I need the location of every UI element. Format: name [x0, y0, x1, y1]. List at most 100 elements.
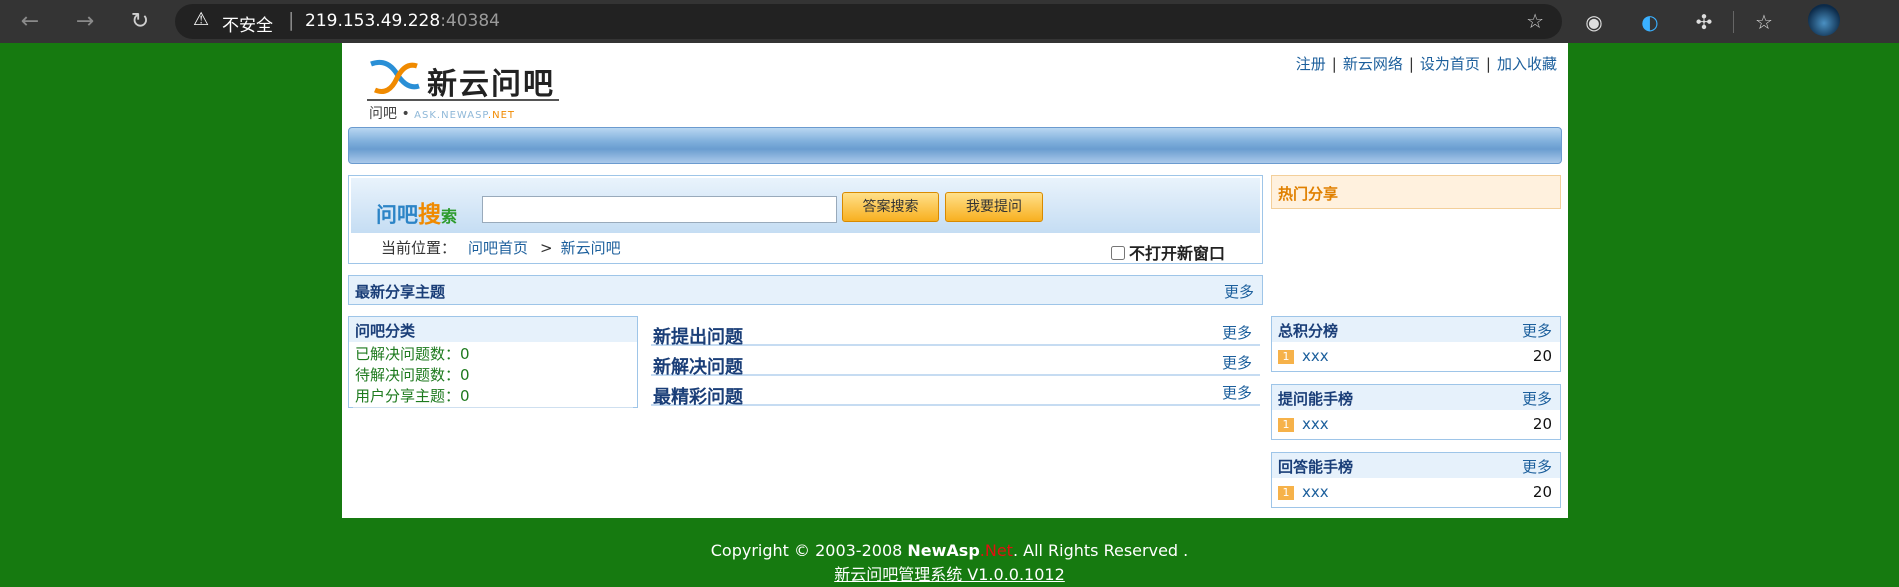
rank-header: 总积分榜 更多 [1272, 317, 1560, 342]
solved-questions-row: 新解决问题 更多 [651, 346, 1260, 378]
extensions-puzzle-icon[interactable]: ✣ [1690, 8, 1718, 36]
edge-icon[interactable]: ◐ [1636, 8, 1664, 36]
rank-more-link[interactable]: 更多 [1522, 388, 1552, 409]
url-text[interactable]: 219.153.49.228:40384 [305, 11, 500, 31]
rank-user-link[interactable]: xxx [1302, 347, 1329, 365]
solved-count: 已解决问题数：0 [355, 345, 470, 363]
profile-avatar[interactable] [1808, 4, 1840, 36]
newasp-link[interactable]: 新云网络 [1343, 55, 1403, 73]
answer-rank-box: 回答能手榜 更多 1 xxx 20 [1271, 452, 1561, 508]
latest-share-more-link[interactable]: 更多 [1224, 281, 1254, 302]
rank-number-badge: 1 [1278, 350, 1294, 364]
best-questions-more-link[interactable]: 更多 [1222, 382, 1252, 403]
link-divider: | [1331, 55, 1337, 73]
copyright-brand: NewAsp [907, 541, 980, 560]
back-icon[interactable]: ← [15, 7, 45, 37]
address-divider: | [288, 9, 295, 31]
questions-box: 新提出问题 更多 新解决问题 更多 最精彩问题 更多 [648, 316, 1263, 408]
link-divider: | [1408, 55, 1414, 73]
link-divider: | [1485, 55, 1491, 73]
search-header: 问吧搜索 答案搜索 我要提问 [351, 178, 1260, 233]
logo-sub-url: ASK.NEWASP [414, 110, 488, 121]
latest-share-box: 最新分享主题 更多 [348, 275, 1263, 305]
ask-rank-box: 提问能手榜 更多 1 xxx 20 [1271, 384, 1561, 440]
best-questions-title[interactable]: 最精彩问题 [653, 383, 743, 409]
breadcrumb: 当前位置： 问吧首页 > 新云问吧 [381, 237, 621, 258]
forward-icon[interactable]: → [70, 7, 100, 37]
rank-title: 回答能手榜 [1278, 458, 1354, 476]
ask-question-button[interactable]: 我要提问 [945, 192, 1043, 222]
search-title: 问吧搜索 [376, 195, 457, 229]
favorite-add-icon[interactable]: ☆ [1526, 9, 1544, 33]
category-divider [353, 407, 633, 408]
chevron-right-icon: > [540, 239, 553, 257]
footer: Copyright © 2003-2008 NewAsp.Net. All Ri… [0, 541, 1899, 584]
rank-title: 提问能手榜 [1278, 390, 1354, 408]
favorites-icon[interactable]: ☆ [1750, 8, 1778, 36]
site-logo[interactable]: 新云问吧 问吧 • ASK.NEWASP.NET [367, 51, 562, 123]
logo-sub-prefix: 问吧 • [369, 106, 410, 122]
address-bar[interactable]: ⚠ 不安全 | 219.153.49.228:40384 ☆ [175, 4, 1562, 39]
best-questions-row: 最精彩问题 更多 [651, 376, 1260, 409]
copyright-suffix: . All Rights Reserved . [1012, 541, 1189, 560]
rank-more-link[interactable]: 更多 [1522, 320, 1552, 341]
nav-bar [348, 127, 1562, 164]
toolbar-divider [1733, 11, 1734, 33]
logo-subtitle: 问吧 • ASK.NEWASP.NET [369, 103, 515, 123]
logo-title-text: 新云问吧 [427, 67, 555, 102]
breadcrumb-home[interactable]: 问吧首页 [468, 239, 528, 257]
answer-search-button[interactable]: 答案搜索 [842, 192, 939, 222]
rank-row: 1 xxx 20 [1272, 342, 1560, 370]
category-header: 问吧分类 [349, 317, 637, 342]
version-link[interactable]: 新云问吧管理系统 V1.0.0.1012 [0, 561, 1899, 585]
extension-avatar-icon[interactable]: ◉ [1580, 8, 1608, 36]
top-links: 注册 | 新云网络 | 设为首页 | 加入收藏 [1296, 53, 1557, 74]
new-window-option[interactable]: 不打开新窗口 [1111, 240, 1225, 264]
set-homepage-link[interactable]: 设为首页 [1420, 55, 1480, 73]
category-box: 问吧分类 已解决问题数：0 待解决问题数：0 用户分享主题：0 [348, 316, 638, 408]
hot-share-title: 热门分享 [1278, 185, 1339, 203]
copyright-prefix: Copyright © 2003-2008 [710, 541, 908, 560]
total-score-rank-box: 总积分榜 更多 1 xxx 20 [1271, 316, 1561, 372]
search-input[interactable] [482, 196, 837, 223]
pending-count: 待解决问题数：0 [355, 366, 470, 384]
logo-title: 新云问吧 [427, 59, 555, 103]
rank-score: 20 [1532, 483, 1552, 501]
rank-title: 总积分榜 [1278, 322, 1339, 340]
logo-x-icon [370, 59, 420, 94]
breadcrumb-label: 当前位置： [381, 239, 457, 257]
rank-user-link[interactable]: xxx [1302, 415, 1329, 433]
rank-header: 回答能手榜 更多 [1272, 453, 1560, 478]
url-host: 219.153.49.228 [305, 11, 441, 31]
add-favorite-link[interactable]: 加入收藏 [1497, 55, 1557, 73]
reload-icon[interactable]: ↻ [125, 7, 155, 37]
latest-share-title: 最新分享主题 [355, 283, 446, 301]
rank-more-link[interactable]: 更多 [1522, 456, 1552, 477]
browser-toolbar: ← → ↻ ⚠ 不安全 | 219.153.49.228:40384 ☆ ◉ ◐… [0, 0, 1899, 43]
copyright-brand-net: .Net [979, 541, 1013, 560]
search-title-b: 搜 [418, 202, 441, 228]
rank-user-link[interactable]: xxx [1302, 483, 1329, 501]
logo-divider [367, 99, 559, 101]
url-port: :40384 [440, 11, 500, 31]
rank-score: 20 [1532, 347, 1552, 365]
solved-questions-more-link[interactable]: 更多 [1222, 352, 1252, 373]
shared-topic-count: 用户分享主题：0 [355, 387, 470, 405]
register-link[interactable]: 注册 [1296, 55, 1326, 73]
new-questions-more-link[interactable]: 更多 [1222, 322, 1252, 343]
rank-row: 1 xxx 20 [1272, 410, 1560, 438]
rank-score: 20 [1532, 415, 1552, 433]
rank-header: 提问能手榜 更多 [1272, 385, 1560, 410]
latest-share-header: 最新分享主题 更多 [349, 276, 1262, 304]
rank-number-badge: 1 [1278, 486, 1294, 500]
warning-icon[interactable]: ⚠ [193, 10, 213, 30]
rank-row: 1 xxx 20 [1272, 478, 1560, 506]
search-title-c: 索 [441, 207, 458, 226]
hot-share-box: 热门分享 [1271, 175, 1561, 209]
logo-sub-net: .NET [487, 110, 515, 121]
new-questions-row: 新提出问题 更多 [651, 316, 1260, 348]
insecure-label[interactable]: 不安全 [222, 11, 273, 36]
page-container: 新云问吧 问吧 • ASK.NEWASP.NET 注册 | 新云网络 | 设为首页 | 加入… [342, 43, 1568, 518]
new-window-checkbox[interactable] [1111, 246, 1125, 260]
breadcrumb-current[interactable]: 新云问吧 [561, 239, 621, 257]
